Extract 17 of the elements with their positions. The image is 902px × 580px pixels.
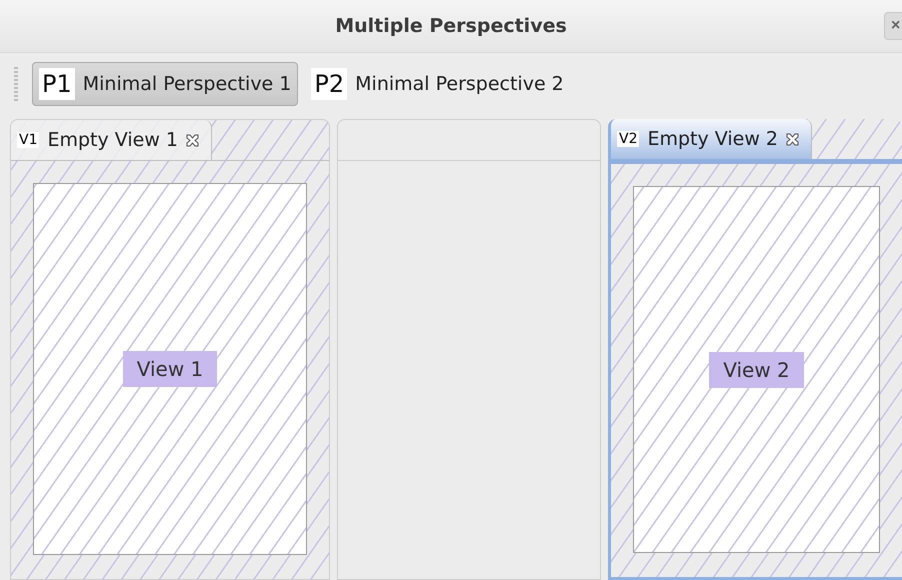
view-label: View 2	[709, 352, 804, 388]
perspective-icon: P1	[39, 68, 75, 100]
perspective-button[interactable]: P2 Minimal Perspective 2	[304, 62, 571, 106]
perspective-button[interactable]: P1 Minimal Perspective 1	[32, 62, 298, 106]
close-button[interactable]: ×	[884, 12, 902, 40]
view-icon: V1	[17, 132, 40, 148]
close-icon[interactable]	[186, 134, 200, 146]
view-tab[interactable]: V1 Empty View 1	[11, 120, 212, 160]
perspective-icon: P2	[311, 68, 348, 100]
view-icon: V2	[617, 131, 640, 147]
view-tab[interactable]: V2 Empty View 2	[611, 119, 812, 159]
toolbar-grip[interactable]	[14, 67, 18, 101]
tab-label: Empty View 1	[47, 129, 178, 151]
view-label: View 1	[122, 351, 218, 387]
window-title: Multiple Perspectives	[335, 15, 567, 37]
tab-label: Empty View 2	[647, 128, 778, 150]
close-icon[interactable]	[786, 132, 800, 146]
